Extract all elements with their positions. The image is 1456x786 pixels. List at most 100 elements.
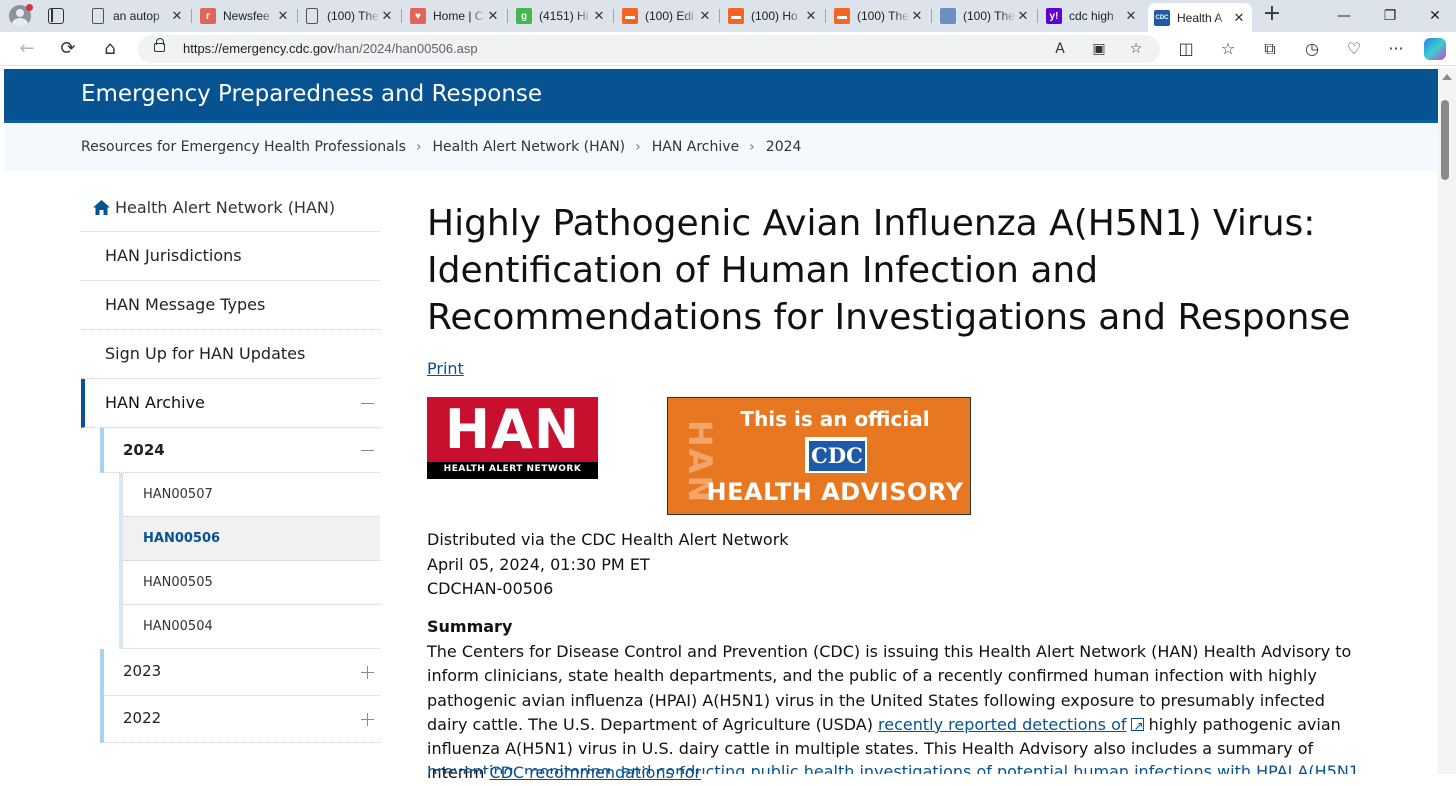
browser-tab[interactable]: g (4151) Hi ✕	[510, 3, 612, 29]
external-link-icon[interactable]	[1130, 714, 1144, 738]
tab-separator	[931, 9, 932, 23]
close-tab-icon[interactable]: ✕	[1124, 8, 1138, 24]
close-tab-icon[interactable]: ✕	[1016, 8, 1030, 24]
advisory-line-1: This is an official	[740, 407, 930, 431]
close-tab-icon[interactable]: ✕	[698, 8, 712, 24]
tab-title: (100) The	[963, 9, 1015, 23]
summary-heading: Summary	[427, 617, 513, 636]
article-meta: Distributed via the CDC Health Alert Net…	[427, 528, 789, 602]
sidebar-item-han00505[interactable]: HAN00505	[119, 561, 380, 605]
yahoo-icon: y!	[1046, 8, 1062, 24]
close-tab-icon[interactable]: ✕	[592, 8, 606, 24]
tab-title: (100) Edi	[645, 9, 694, 23]
sidebar-item-2022[interactable]: 2022	[100, 696, 380, 743]
browser-tab-strip: an autop ✕ r Newsfee ✕ (100) The ✕ ♥ Home | C ✕ g(…	[0, 0, 1456, 32]
sidebar-item-han00507[interactable]: HAN00507	[119, 473, 380, 517]
browser-essentials-icon[interactable]: ♡	[1343, 38, 1365, 60]
browser-tab[interactable]: CDC Health A ✕	[1148, 3, 1252, 32]
sidebar-item-2024[interactable]: 2024	[100, 428, 380, 473]
breadcrumb-item[interactable]: Resources for Emergency Health Professio…	[81, 139, 406, 155]
cdc-logo-icon: CDC	[805, 437, 867, 473]
sidebar-item-label: HAN Archive	[105, 393, 205, 412]
sidebar-item-han00504[interactable]: HAN00504	[119, 605, 380, 649]
favorites-icon[interactable]: ☆	[1217, 38, 1239, 60]
site-header: Emergency Preparedness and Response	[4, 69, 1438, 123]
chevron-right-icon: ›	[415, 139, 422, 155]
home-icon[interactable]: ⌂	[99, 38, 121, 60]
back-icon[interactable]: ←	[16, 38, 38, 60]
new-tab-button[interactable]: +	[1262, 3, 1282, 26]
sidebar-item-message-types[interactable]: HAN Message Types	[81, 281, 380, 330]
site-icon	[940, 8, 956, 24]
close-tab-icon[interactable]: ✕	[910, 8, 924, 24]
close-tab-icon[interactable]: ✕	[1232, 10, 1246, 26]
url-text[interactable]: https://emergency.cdc.gov/han/2024/han00…	[183, 41, 478, 56]
breadcrumb-item[interactable]: HAN Archive	[652, 139, 739, 155]
lock-icon[interactable]	[154, 38, 165, 52]
close-tab-icon[interactable]: ✕	[276, 8, 290, 24]
chevron-right-icon: ›	[635, 139, 641, 155]
collapse-minus-icon[interactable]	[361, 397, 374, 410]
tab-title: (100) The	[327, 9, 379, 23]
expand-plus-icon[interactable]	[361, 666, 374, 679]
sidebar-item-han-home[interactable]: Health Alert Network (HAN)	[81, 186, 380, 232]
g-icon: g	[516, 8, 532, 24]
close-window-button[interactable]: ✕	[1425, 6, 1445, 26]
sidebar-item-jurisdictions[interactable]: HAN Jurisdictions	[81, 232, 380, 281]
browser-tab[interactable]: ▬ (100) The ✕	[828, 3, 930, 29]
split-screen-icon[interactable]: ◫	[1175, 38, 1197, 60]
close-tab-icon[interactable]: ✕	[486, 8, 500, 24]
breadcrumb-bar: Resources for Emergency Health Professio…	[4, 125, 1438, 171]
address-bar[interactable]: https://emergency.cdc.gov/han/2024/han00…	[138, 35, 1160, 63]
scroll-up-arrow-icon[interactable]	[1442, 74, 1452, 80]
browser-tab[interactable]: an autop ✕	[86, 3, 190, 29]
cdc-icon: CDC	[1154, 9, 1170, 26]
tab-title: cdc high	[1069, 9, 1114, 23]
close-tab-icon[interactable]: ✕	[804, 8, 818, 24]
tab-title: (100) Ho	[751, 9, 798, 23]
tab-separator	[1037, 9, 1038, 23]
favorite-star-icon[interactable]: ☆	[1126, 39, 1146, 59]
scrollbar-thumb[interactable]	[1441, 100, 1449, 180]
expand-plus-icon[interactable]	[361, 713, 374, 726]
bookmark-icon: ▬	[834, 8, 850, 24]
close-tab-icon[interactable]: ✕	[380, 8, 394, 24]
sidebar-item-signup[interactable]: Sign Up for HAN Updates	[81, 330, 380, 379]
newsfeed-icon: r	[200, 8, 216, 24]
browser-tab[interactable]: ▬ (100) Ho ✕	[722, 3, 824, 29]
browser-tab[interactable]: ▬ (100) Edi ✕	[616, 3, 718, 29]
browser-tab[interactable]: (100) The ✕	[934, 3, 1036, 29]
immersive-reader-icon[interactable]: ▣	[1089, 39, 1109, 59]
browser-tab[interactable]: y! cdc high ✕	[1040, 3, 1144, 29]
sidebar-item-2023[interactable]: 2023	[100, 649, 380, 696]
browser-tab[interactable]: (100) The ✕	[300, 3, 400, 29]
settings-more-icon[interactable]: ···	[1385, 38, 1407, 60]
site-title[interactable]: Emergency Preparedness and Response	[81, 81, 542, 107]
doc-icon	[306, 8, 318, 24]
restore-button[interactable]: ❐	[1380, 6, 1400, 26]
sidebar-item-label: 2022	[123, 709, 162, 727]
browser-tab[interactable]: r Newsfee ✕	[194, 3, 296, 29]
sidebar-item-label: Sign Up for HAN Updates	[105, 344, 306, 363]
usda-detections-link[interactable]: recently reported detections of	[878, 715, 1126, 734]
tab-actions-icon[interactable]	[48, 8, 64, 24]
summary-clipped-line[interactable]: preventing, monitoring, and conducting p…	[427, 760, 1357, 774]
advisory-line-2: HEALTH ADVISORY	[706, 478, 964, 506]
sidebar-item-label: HAN00507	[143, 487, 213, 502]
collapse-minus-icon[interactable]	[361, 444, 374, 457]
read-aloud-icon[interactable]: A	[1050, 39, 1070, 59]
chevron-right-icon: ›	[749, 139, 755, 155]
minimize-button[interactable]: —	[1334, 6, 1354, 26]
breadcrumb-item[interactable]: Health Alert Network (HAN)	[433, 139, 626, 155]
browser-tab[interactable]: ♥ Home | C ✕	[404, 3, 506, 29]
sidebar-item-archive[interactable]: HAN Archive	[81, 379, 380, 428]
tab-separator	[719, 9, 720, 23]
print-link[interactable]: Print	[427, 359, 464, 378]
sidebar-nav: Health Alert Network (HAN) HAN Jurisdict…	[81, 186, 380, 743]
close-tab-icon[interactable]: ✕	[170, 8, 184, 24]
history-icon[interactable]: ◷	[1301, 38, 1323, 60]
collections-icon[interactable]: ⧉	[1259, 38, 1281, 60]
sidebar-item-han00506[interactable]: HAN00506	[119, 517, 380, 561]
refresh-icon[interactable]: ⟳	[57, 38, 79, 60]
copilot-icon[interactable]	[1424, 38, 1446, 60]
